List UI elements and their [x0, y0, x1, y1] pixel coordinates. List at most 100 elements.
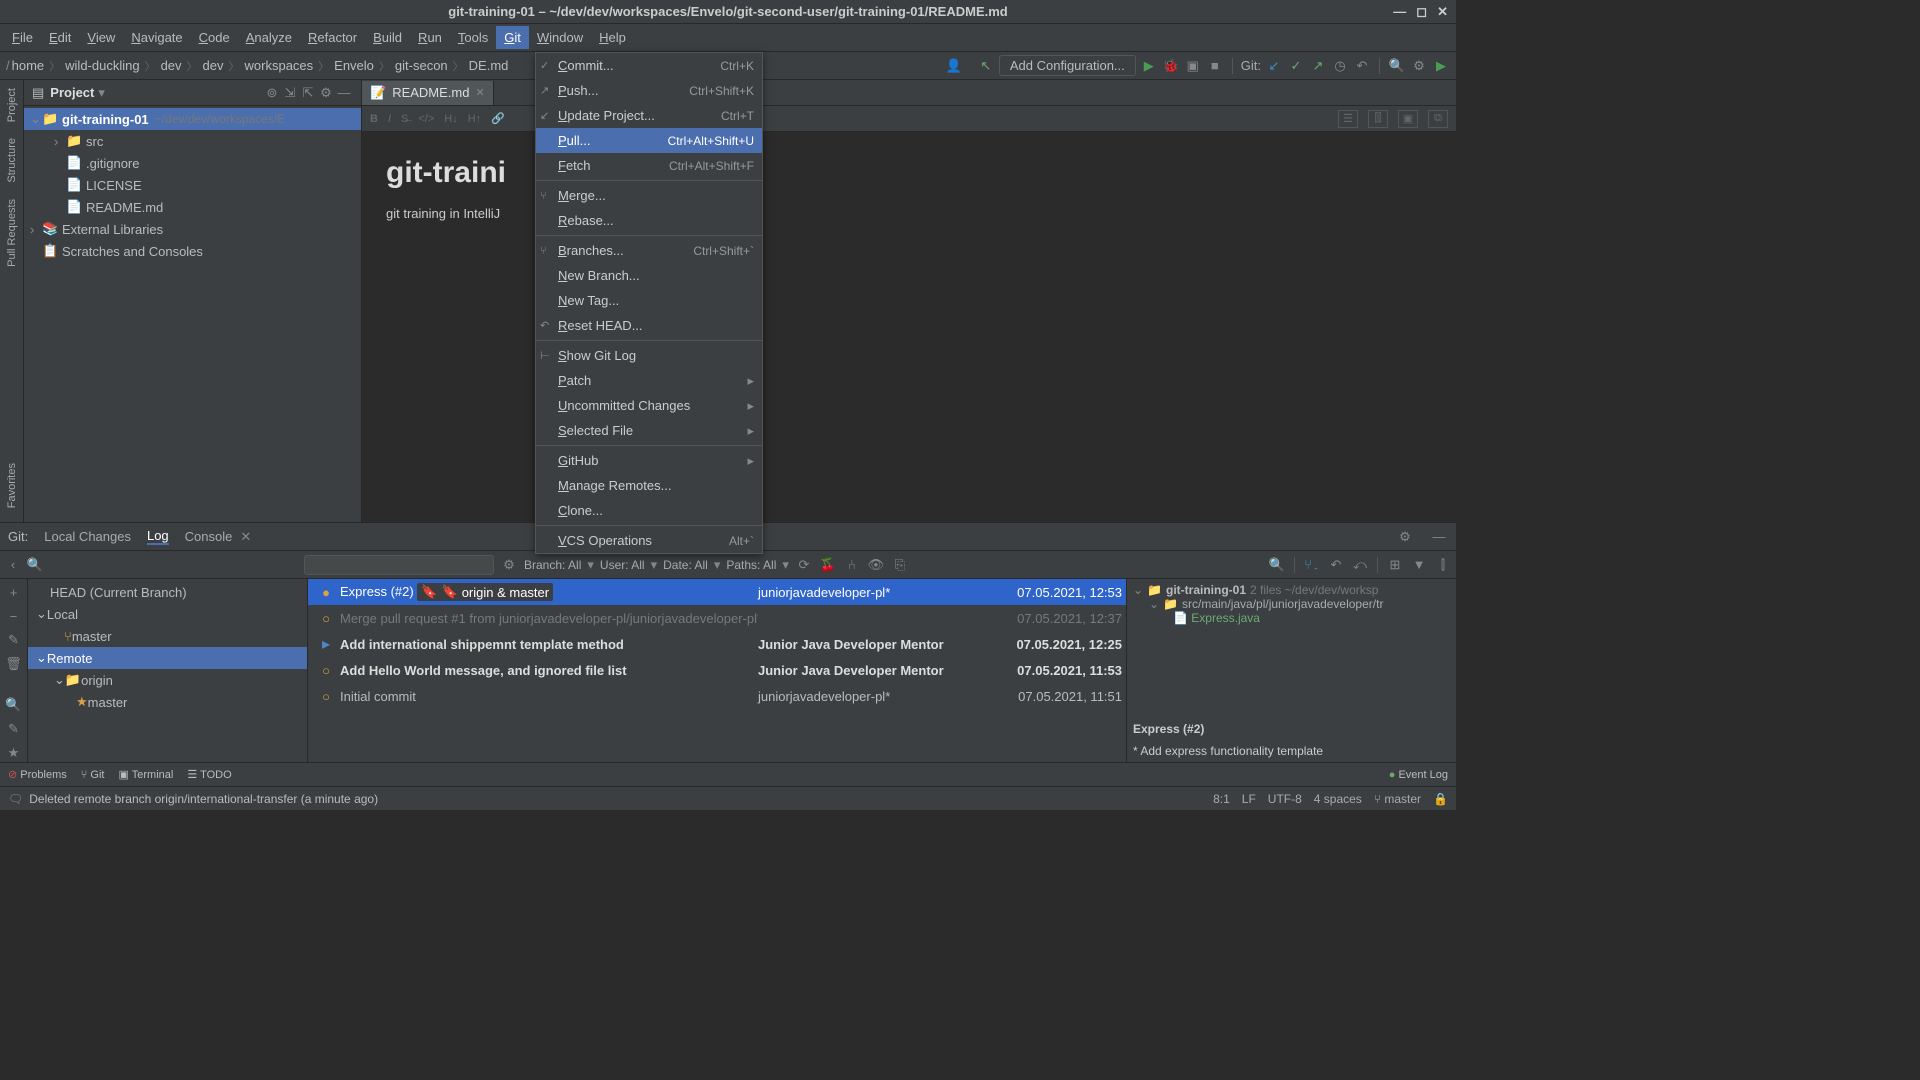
maximize-icon[interactable]: ◻ [1416, 4, 1427, 20]
status-notification-icon[interactable]: 🗨 [8, 792, 23, 806]
search-icon[interactable]: 🔍 [26, 556, 44, 574]
project-view-icon[interactable]: ▤ [32, 85, 44, 101]
expand-all-icon[interactable]: ⇲ [281, 84, 299, 102]
breadcrumb-segment[interactable]: dev [203, 58, 224, 73]
tab-favorites[interactable]: Favorites [4, 455, 20, 516]
back-icon[interactable]: ‹ [4, 556, 22, 574]
status-branch[interactable]: ⑂ master [1374, 792, 1421, 806]
git-menu-item[interactable]: ✓Commit...Ctrl+K [536, 53, 762, 78]
coverage-icon[interactable]: ▣ [1184, 57, 1202, 75]
tab-event-log[interactable]: ● Event Log [1389, 769, 1448, 781]
panel-settings-icon[interactable]: ⚙ [317, 84, 335, 102]
minimize-icon[interactable]: — [1393, 4, 1406, 20]
menu-run[interactable]: Run [410, 26, 450, 49]
menu-tools[interactable]: Tools [450, 26, 496, 49]
filter-icon[interactable]: ▼ [1410, 556, 1428, 574]
tab-local-changes[interactable]: Local Changes [44, 529, 131, 544]
git-menu-item[interactable]: GitHub▸ [536, 448, 762, 473]
log-search-input[interactable] [304, 555, 494, 575]
debug-icon[interactable]: 🐞 [1162, 57, 1180, 75]
star-icon[interactable]: ★ [5, 744, 23, 762]
menu-git[interactable]: Git [496, 26, 529, 49]
git-menu-item[interactable]: FetchCtrl+Alt+Shift+F [536, 153, 762, 178]
menu-window[interactable]: Window [529, 26, 591, 49]
collapse-all-icon[interactable]: ⇱ [299, 84, 317, 102]
git-menu-item[interactable]: Rebase... [536, 208, 762, 233]
commit-row[interactable]: ▸Add international shippemnt template me… [308, 631, 1126, 657]
tab-terminal[interactable]: ▣ Terminal [118, 768, 173, 781]
code-icon[interactable]: </> [418, 113, 434, 125]
breadcrumb-segment[interactable]: DE.md [469, 58, 509, 73]
italic-icon[interactable]: I [388, 113, 391, 125]
git-menu-item[interactable]: ↗Push...Ctrl+Shift+K [536, 78, 762, 103]
git-menu-item[interactable]: VCS OperationsAlt+` [536, 528, 762, 553]
delete-icon[interactable]: 🗑 [5, 655, 23, 673]
git-menu-item[interactable]: Uncommitted Changes▸ [536, 393, 762, 418]
refresh-icon[interactable]: ⟳ [795, 556, 813, 574]
tree-row[interactable]: ⌄📁git-training-01~/dev/dev/workspaces/E [24, 108, 361, 130]
git-menu-item[interactable]: ↙Update Project...Ctrl+T [536, 103, 762, 128]
breadcrumb-segment[interactable]: dev [161, 58, 182, 73]
menu-refactor[interactable]: Refactor [300, 26, 365, 49]
pen-icon[interactable]: ✎ [5, 720, 23, 738]
chevron-down-icon[interactable]: ▾ [98, 85, 105, 101]
status-caret-pos[interactable]: 8:1 [1213, 792, 1230, 806]
tab-structure[interactable]: Structure [4, 130, 20, 191]
git-menu-item[interactable]: Manage Remotes... [536, 473, 762, 498]
locate-icon[interactable]: ⊚ [263, 84, 281, 102]
project-tree[interactable]: ⌄📁git-training-01~/dev/dev/workspaces/E›… [24, 106, 361, 264]
hide-panel-icon[interactable]: — [335, 84, 353, 102]
git-push-icon[interactable]: ↗ [1309, 57, 1327, 75]
filter-branch[interactable]: Branch: All [524, 558, 581, 572]
breadcrumb-segment[interactable]: home [12, 58, 45, 73]
grid-icon[interactable]: ⊞ [1386, 556, 1404, 574]
bold-icon[interactable]: B [370, 113, 378, 125]
branch-tree[interactable]: HEAD (Current Branch) ⌄Local ⑂ master ⌄R… [28, 579, 308, 762]
add-icon[interactable]: + [5, 583, 23, 601]
git-menu-item[interactable]: Selected File▸ [536, 418, 762, 443]
menu-build[interactable]: Build [365, 26, 410, 49]
user-icon[interactable]: 👤 [945, 57, 963, 75]
menu-help[interactable]: Help [591, 26, 634, 49]
breadcrumb-segment[interactable]: workspaces [245, 58, 314, 73]
commit-row[interactable]: ○Initial commitjuniorjavadeveloper-pl*07… [308, 683, 1126, 709]
breadcrumb[interactable]: /home〉wild-duckling〉dev〉dev〉workspaces〉E… [6, 58, 941, 74]
breadcrumb-segment[interactable]: Envelo [334, 58, 374, 73]
tree-row[interactable]: ›📁src [24, 130, 361, 152]
git-menu-item[interactable]: ⑂Branches...Ctrl+Shift+` [536, 238, 762, 263]
h-up-icon[interactable]: H↑ [468, 113, 481, 125]
eye-icon[interactable]: 👁 [867, 556, 885, 574]
edit-icon[interactable]: ✎ [5, 631, 23, 649]
menu-code[interactable]: Code [191, 26, 238, 49]
filter-paths[interactable]: Paths: All [726, 558, 776, 572]
undo-icon[interactable]: ↶ [1327, 556, 1345, 574]
status-line-sep[interactable]: LF [1242, 792, 1256, 806]
filter-date[interactable]: Date: All [663, 558, 708, 572]
hierarchy-icon[interactable]: ⑃ [843, 556, 861, 574]
tab-close-icon[interactable]: ✕ [475, 86, 484, 99]
new-branch-icon[interactable]: ⑂₊ [1303, 556, 1321, 574]
panel-gear-icon[interactable]: ⚙ [1396, 528, 1414, 546]
revert-icon[interactable]: ⤺ [1351, 556, 1369, 574]
tab-log[interactable]: Log [147, 528, 169, 545]
git-pull-icon[interactable]: ↙ [1265, 57, 1283, 75]
strike-icon[interactable]: S̶ [401, 113, 408, 125]
tab-console[interactable]: Console [185, 529, 233, 544]
run-configuration-selector[interactable]: Add Configuration... [999, 55, 1136, 76]
tab-pull-requests[interactable]: Pull Requests [4, 191, 20, 275]
search-commit-icon[interactable]: 🔍 [1268, 556, 1286, 574]
git-menu-item[interactable]: ⊢Show Git Log [536, 343, 762, 368]
tree-row[interactable]: ›📚External Libraries [24, 218, 361, 240]
h-down-icon[interactable]: H↓ [444, 113, 457, 125]
remove-icon[interactable]: − [5, 607, 23, 625]
search-icon[interactable]: 🔍 [1388, 57, 1406, 75]
group-icon[interactable]: ⫿ [1434, 556, 1452, 574]
breadcrumb-segment[interactable]: git-secon [395, 58, 448, 73]
status-indent[interactable]: 4 spaces [1314, 792, 1362, 806]
git-menu-item[interactable]: Patch▸ [536, 368, 762, 393]
stop-icon[interactable]: ■ [1206, 57, 1224, 75]
editor-tab-readme[interactable]: 📝 README.md ✕ [362, 81, 494, 105]
tree-row[interactable]: 📄LICENSE [24, 174, 361, 196]
filter-gear-icon[interactable]: ⚙ [500, 556, 518, 574]
find-icon[interactable]: 🔍 [5, 696, 23, 714]
